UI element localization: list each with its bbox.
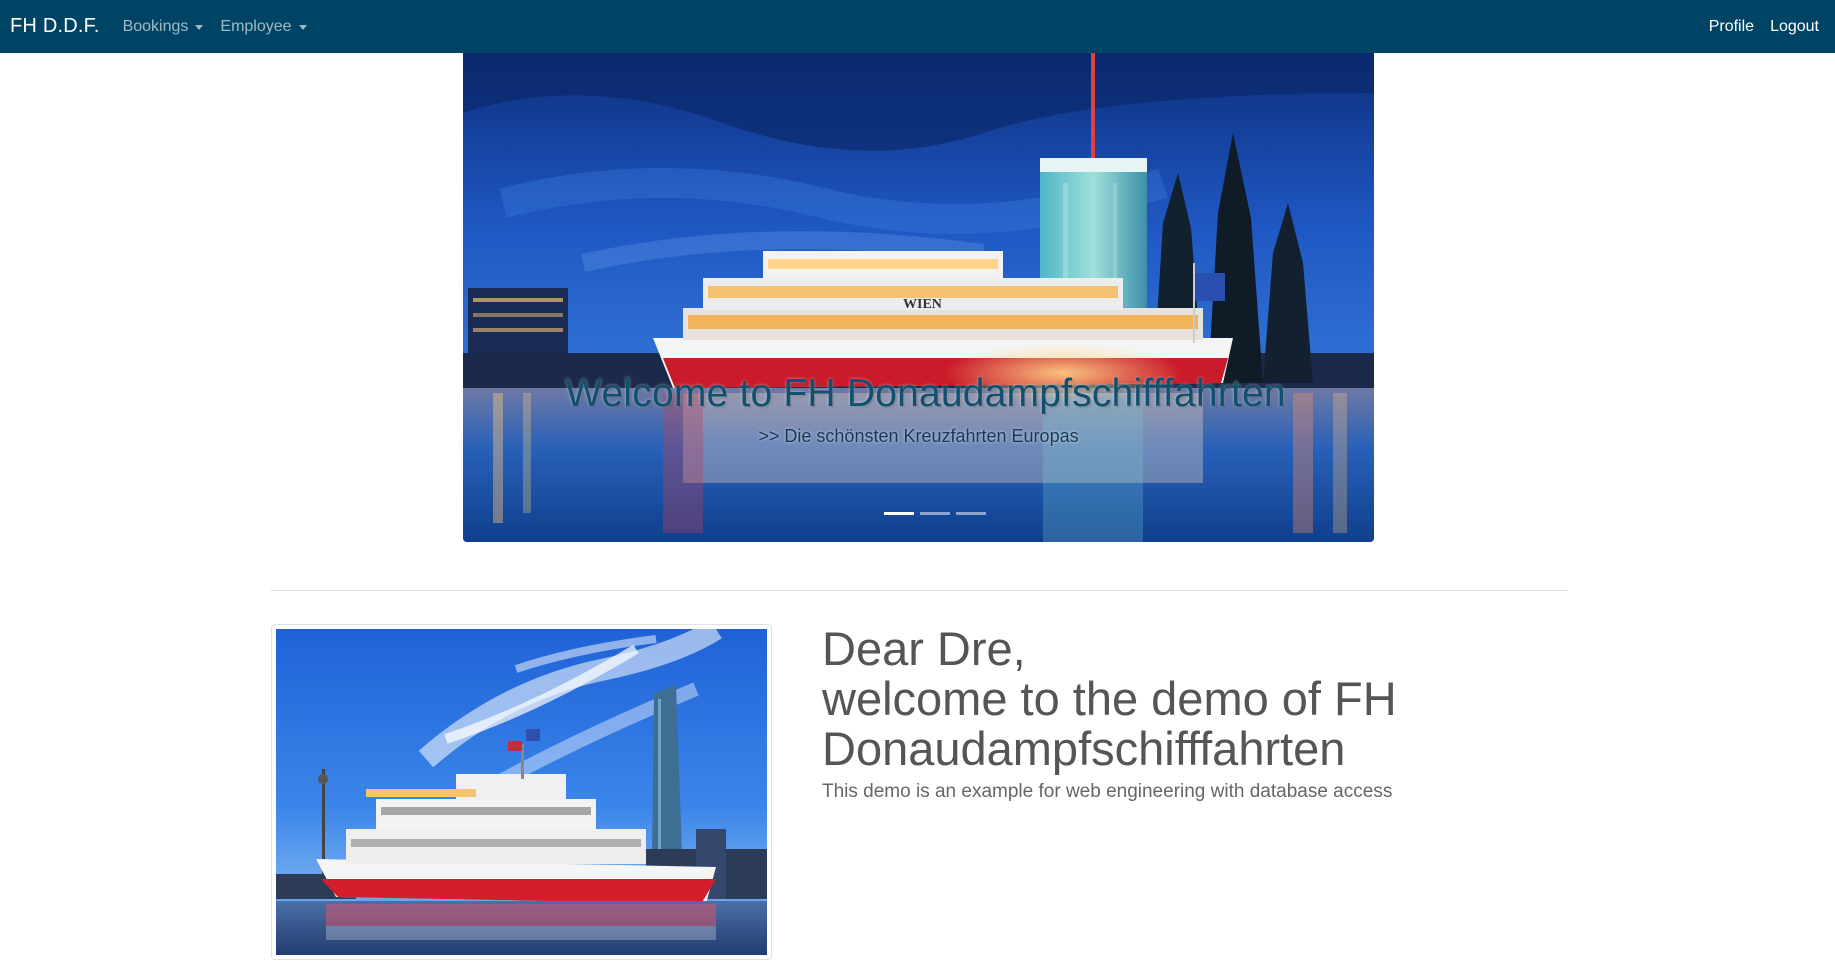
- ship-photo: [276, 629, 767, 955]
- profile-link[interactable]: Profile: [1709, 18, 1754, 36]
- top-navbar: FH D.D.F. Bookings Employee Profile Logo…: [0, 0, 1835, 53]
- ship-thumbnail: [271, 624, 772, 960]
- bookings-dropdown[interactable]: Bookings: [123, 18, 204, 36]
- welcome-heading-line2: welcome to the demo of FH: [822, 672, 1397, 725]
- carousel-caption-subtitle: >> Die schönsten Kreuzfahrten Europas: [758, 426, 1079, 446]
- logout-link[interactable]: Logout: [1770, 18, 1819, 36]
- bookings-dropdown-label: Bookings: [122, 17, 189, 35]
- employee-dropdown[interactable]: Employee: [220, 17, 307, 36]
- carousel-caption: Welcome to FH Donaudampfschifffahrten >>…: [463, 372, 1374, 447]
- employee-dropdown-label: Employee: [220, 17, 292, 35]
- carousel-indicator-2[interactable]: [919, 512, 950, 515]
- carousel-indicator-1[interactable]: [883, 512, 914, 515]
- caret-down-icon: [195, 24, 204, 30]
- hero-carousel[interactable]: WIEN Welcome to FH Donaudampfschifffahrt…: [463, 53, 1374, 542]
- carousel-indicator-3[interactable]: [955, 512, 986, 515]
- carousel-caption-title: Welcome to FH Donaudampfschifffahrten: [565, 372, 1286, 415]
- carousel-indicators: [495, 512, 1374, 515]
- welcome-section: Dear Dre, welcome to the demo of FH Dona…: [822, 624, 1582, 803]
- lead-paragraph: This demo is an example for web engineer…: [822, 781, 1393, 802]
- brand-link[interactable]: FH D.D.F.: [10, 15, 100, 38]
- navbar-right: Profile Logout: [1693, 18, 1819, 36]
- greeting-heading: Dear Dre,: [822, 622, 1026, 675]
- section-divider: [271, 590, 1568, 591]
- welcome-heading-line3: Donaudampfschifffahrten: [822, 722, 1346, 775]
- svg-text:WIEN: WIEN: [903, 297, 942, 312]
- caret-down-icon: [298, 24, 307, 30]
- carousel-slide-image: WIEN: [463, 53, 1374, 542]
